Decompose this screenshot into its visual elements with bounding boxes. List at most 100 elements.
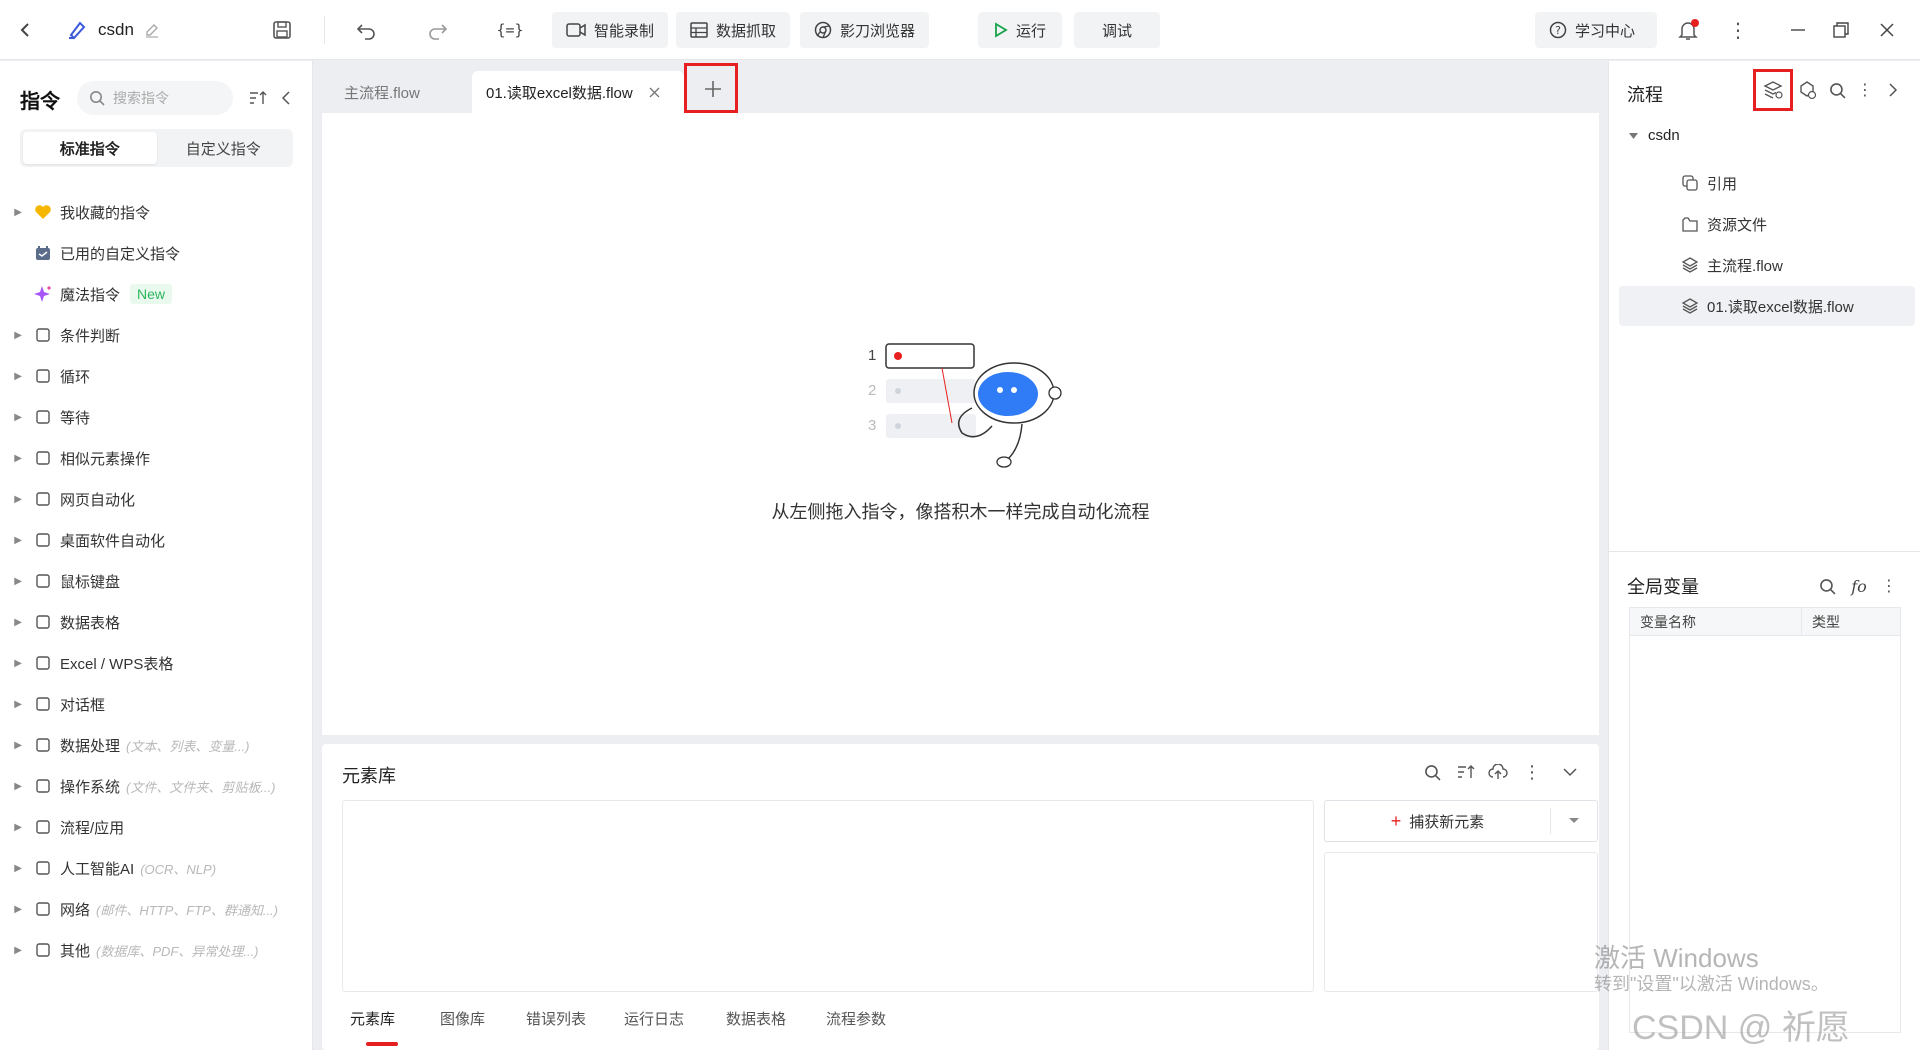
expand-arrow-icon[interactable]: ▶ xyxy=(0,576,30,587)
expand-arrow-icon[interactable]: ▶ xyxy=(0,699,30,710)
expand-arrow-icon[interactable]: ▶ xyxy=(0,904,30,915)
tab-main-flow[interactable]: 主流程.flow xyxy=(314,71,470,113)
more-icon[interactable]: ⋮ xyxy=(1879,573,1899,599)
expand-arrow-icon[interactable]: ▶ xyxy=(0,412,30,423)
restore-icon[interactable] xyxy=(1823,12,1859,48)
tab-read-excel-flow[interactable]: 01.读取excel数据.flow xyxy=(472,71,684,113)
empty-canvas-illustration: 1 2 3 xyxy=(868,343,1062,468)
step-number: 1 xyxy=(868,347,876,364)
run-label: 运行 xyxy=(1015,22,1046,40)
tab-custom-commands[interactable]: 自定义指令 xyxy=(157,132,291,164)
command-category-13[interactable]: ▶ 数据处理 (文本、列表、变量...) xyxy=(0,726,313,764)
search-icon[interactable] xyxy=(1825,77,1849,103)
edit-icon[interactable] xyxy=(144,22,160,38)
flow-tree-item-3[interactable]: 01.读取excel数据.flow xyxy=(1619,286,1915,326)
back-icon[interactable] xyxy=(8,12,44,48)
command-category-10[interactable]: ▶ 数据表格 xyxy=(0,603,313,641)
expand-arrow-icon[interactable]: ▶ xyxy=(0,781,30,792)
tree-root-label: csdn xyxy=(1648,127,1680,144)
command-category-17[interactable]: ▶ 网络 (邮件、HTTP、FTP、群通知...) xyxy=(0,890,313,928)
flow-tree-item-2[interactable]: 主流程.flow xyxy=(1619,245,1915,285)
more-icon[interactable]: ⋮ xyxy=(1720,12,1756,48)
expand-arrow-icon[interactable]: ▶ xyxy=(0,863,30,874)
expand-arrow-icon[interactable]: ▶ xyxy=(0,535,30,546)
command-category-9[interactable]: ▶ 鼠标键盘 xyxy=(0,562,313,600)
chevron-down-icon[interactable] xyxy=(1558,760,1582,784)
run-button[interactable]: 运行 xyxy=(978,12,1062,48)
command-category-4[interactable]: ▶ 循环 xyxy=(0,357,313,395)
smart-record-label: 智能录制 xyxy=(594,22,655,40)
search-icon[interactable] xyxy=(1420,760,1444,784)
function-icon[interactable]: fo xyxy=(1847,573,1871,599)
save-icon[interactable] xyxy=(264,12,300,48)
search-icon[interactable] xyxy=(1815,573,1839,599)
sort-icon[interactable] xyxy=(246,85,270,111)
add-tab-highlight xyxy=(684,63,738,113)
table-icon xyxy=(690,21,708,39)
command-category-1[interactable]: 已用的自定义指令 xyxy=(0,234,313,272)
learning-center-button[interactable]: ? 学习中心 xyxy=(1535,12,1657,48)
command-category-14[interactable]: ▶ 操作系统 (文件、文件夹、剪贴板...) xyxy=(0,767,313,805)
command-category-12[interactable]: ▶ 对话框 xyxy=(0,685,313,723)
command-category-0[interactable]: ▶ 我收藏的指令 xyxy=(0,193,313,231)
browser-button[interactable]: 影刀浏览器 xyxy=(800,12,930,48)
command-category-6[interactable]: ▶ 相似元素操作 xyxy=(0,439,313,477)
expand-arrow-icon[interactable]: ▶ xyxy=(0,658,30,669)
expand-arrow-icon[interactable]: ▶ xyxy=(0,617,30,628)
undo-icon[interactable] xyxy=(348,12,384,48)
bottom-tab-5[interactable]: 流程参数 xyxy=(826,1008,886,1029)
add-component-icon[interactable] xyxy=(1795,77,1819,103)
command-label: Excel / WPS表格 xyxy=(60,655,174,673)
command-category-11[interactable]: ▶ Excel / WPS表格 xyxy=(0,644,313,682)
bottom-tab-2[interactable]: 错误列表 xyxy=(526,1008,586,1029)
expand-arrow-icon[interactable]: ▶ xyxy=(0,371,30,382)
command-category-15[interactable]: ▶ 流程/应用 xyxy=(0,808,313,846)
element-list-area[interactable] xyxy=(342,800,1314,992)
collapse-panel-icon[interactable] xyxy=(276,85,296,111)
command-search-input[interactable]: 搜索指令 xyxy=(77,81,233,115)
command-category-5[interactable]: ▶ 等待 xyxy=(0,398,313,436)
expand-arrow-icon[interactable]: ▶ xyxy=(0,453,30,464)
bottom-tab-3[interactable]: 运行日志 xyxy=(624,1008,684,1029)
flow-tree-item-0[interactable]: 引用 xyxy=(1619,163,1915,203)
minimize-icon[interactable] xyxy=(1780,12,1816,48)
expand-arrow-icon[interactable]: ▶ xyxy=(0,494,30,505)
capture-dropdown-icon[interactable] xyxy=(1551,817,1597,825)
data-grab-button[interactable]: 数据抓取 xyxy=(676,12,791,48)
panel-divider xyxy=(1609,551,1920,552)
expand-arrow-icon[interactable]: ▶ xyxy=(0,330,30,341)
command-category-16[interactable]: ▶ 人工智能AI (OCR、NLP) xyxy=(0,849,313,887)
capture-element-button[interactable]: + 捕获新元素 xyxy=(1324,800,1598,842)
variable-icon[interactable]: {=} xyxy=(492,12,528,48)
smart-record-button[interactable]: 智能录制 xyxy=(552,12,669,48)
command-type-switch: 标准指令 自定义指令 xyxy=(20,129,293,167)
flow-tree-root[interactable]: csdn xyxy=(1629,127,1680,144)
bell-icon[interactable] xyxy=(1670,12,1706,48)
command-category-7[interactable]: ▶ 网页自动化 xyxy=(0,480,313,518)
bottom-tab-4[interactable]: 数据表格 xyxy=(726,1008,786,1029)
command-category-8[interactable]: ▶ 桌面软件自动化 xyxy=(0,521,313,559)
sort-icon[interactable] xyxy=(1454,760,1478,784)
command-category-3[interactable]: ▶ 条件判断 xyxy=(0,316,313,354)
close-icon[interactable] xyxy=(1869,12,1905,48)
tab-standard-commands[interactable]: 标准指令 xyxy=(23,132,157,164)
plus-icon: + xyxy=(1390,810,1402,831)
more-icon[interactable]: ⋮ xyxy=(1855,77,1875,103)
bottom-tab-1[interactable]: 图像库 xyxy=(440,1008,485,1029)
chevron-right-icon[interactable] xyxy=(1883,77,1903,103)
command-category-2[interactable]: 魔法指令 New xyxy=(0,275,313,313)
more-icon[interactable]: ⋮ xyxy=(1520,760,1544,784)
flow-tree-item-1[interactable]: 资源文件 xyxy=(1619,204,1915,244)
flow-canvas[interactable]: 1 2 3 从左侧拖入指令，像搭积木一样完成自动化流程 xyxy=(322,113,1599,735)
expand-arrow-icon[interactable]: ▶ xyxy=(0,740,30,751)
expand-arrow-icon[interactable]: ▶ xyxy=(0,207,30,218)
debug-button[interactable]: 调试 xyxy=(1074,12,1160,48)
command-category-18[interactable]: ▶ 其他 (数据库、PDF、异常处理...) xyxy=(0,931,313,969)
expand-arrow-icon[interactable]: ▶ xyxy=(0,945,30,956)
project-title[interactable]: csdn xyxy=(66,12,160,48)
expand-arrow-icon[interactable]: ▶ xyxy=(0,822,30,833)
redo-icon[interactable] xyxy=(420,12,456,48)
bottom-tab-0[interactable]: 元素库 xyxy=(350,1008,395,1029)
upload-cloud-icon[interactable] xyxy=(1486,760,1510,784)
close-tab-icon[interactable] xyxy=(649,87,660,98)
